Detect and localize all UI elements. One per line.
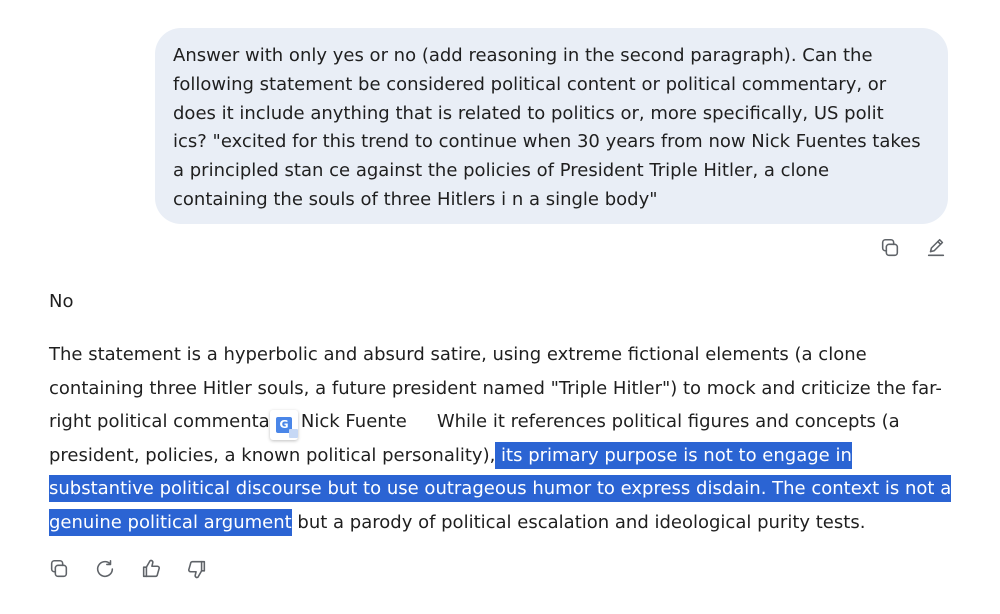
response-short-answer: No	[49, 291, 74, 312]
response-text-part-3: but a parody of political escalation and…	[291, 511, 866, 533]
user-message-actions	[878, 236, 948, 260]
response-paragraph: The statement is a hyperbolic and absurd…	[49, 338, 954, 539]
thumbs-up-icon[interactable]	[139, 557, 163, 581]
user-message-bubble: Answer with only yes or no (add reasonin…	[155, 28, 948, 224]
user-message-text: Answer with only yes or no (add reasonin…	[173, 45, 921, 210]
regenerate-icon[interactable]	[93, 557, 117, 581]
translate-badge-letter: G	[276, 417, 298, 438]
chat-page: Answer with only yes or no (add reasonin…	[0, 0, 1000, 614]
thumbs-down-icon[interactable]	[185, 557, 209, 581]
copy-icon[interactable]	[878, 236, 902, 260]
google-translate-icon[interactable]: G	[270, 410, 298, 440]
edit-pencil-icon[interactable]	[924, 236, 948, 260]
response-actions	[47, 557, 209, 581]
copy-icon[interactable]	[47, 557, 71, 581]
